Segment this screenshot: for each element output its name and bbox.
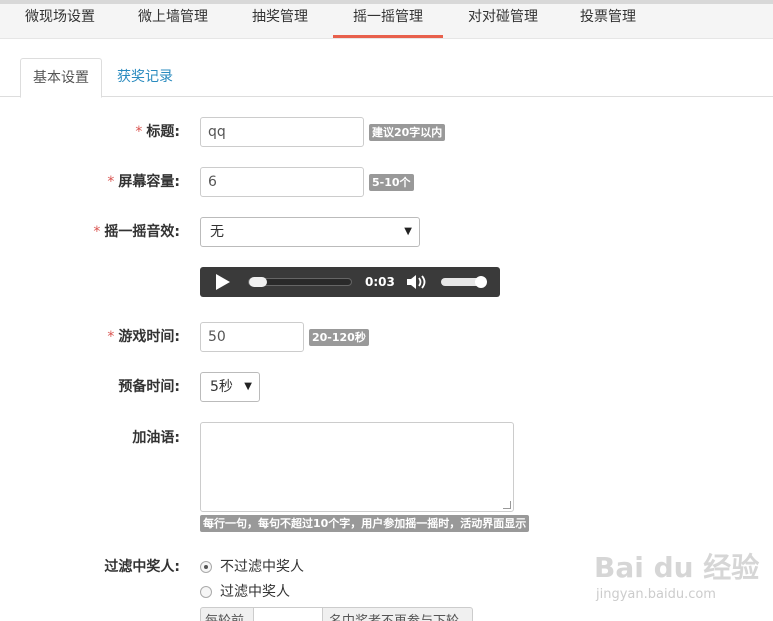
shake-sound-selected: 无 xyxy=(210,224,224,240)
shake-sound-label-text: 摇一摇音效: xyxy=(104,224,180,240)
radio-checked-icon[interactable] xyxy=(200,561,212,573)
game-time-label-text: 游戏时间: xyxy=(118,329,180,345)
volume-slider[interactable] xyxy=(441,276,487,288)
volume-thumb[interactable] xyxy=(475,276,487,288)
filter-rule-group: 每轮前 名中奖者不再参与下轮 xyxy=(200,607,473,621)
radio-no-filter[interactable]: 不过滤中奖人 xyxy=(200,557,360,577)
tab-lottery-management[interactable]: 抽奖管理 xyxy=(240,4,320,38)
game-time-input[interactable]: 50 xyxy=(200,322,304,352)
prep-time-label-text: 预备时间: xyxy=(118,379,180,395)
radio-no-filter-label: 不过滤中奖人 xyxy=(220,559,304,575)
tab-basic-settings[interactable]: 基本设置 xyxy=(20,58,102,98)
tab-vote-management[interactable]: 投票管理 xyxy=(568,4,648,38)
filter-winner-label-text: 过滤中奖人: xyxy=(104,559,180,575)
title-label-text: 标题: xyxy=(146,124,180,140)
filter-count-input[interactable] xyxy=(253,608,323,621)
required-mark: * xyxy=(107,329,115,345)
radio-filter-label: 过滤中奖人 xyxy=(220,584,290,600)
volume-icon[interactable] xyxy=(406,273,432,291)
baidu-watermark: Bai du 经验 jingyan.baidu.com xyxy=(592,532,762,612)
screen-capacity-label-text: 屏幕容量: xyxy=(118,174,180,190)
radio-unchecked-icon[interactable] xyxy=(200,586,212,598)
radio-filter[interactable]: 过滤中奖人 xyxy=(200,582,360,602)
tab-scene-settings[interactable]: 微现场设置 xyxy=(14,4,106,38)
cheer-textarea[interactable] xyxy=(200,422,514,512)
chevron-down-icon: ▼ xyxy=(404,226,412,237)
audio-progress-thumb[interactable] xyxy=(249,277,267,287)
prep-time-selected: 5秒 xyxy=(210,379,233,395)
prep-time-label: 预备时间: xyxy=(0,377,180,397)
tab-match-management[interactable]: 对对碰管理 xyxy=(456,4,550,38)
watermark-url: jingyan.baidu.com xyxy=(596,587,716,602)
tab-shake-management[interactable]: 摇一摇管理 xyxy=(333,4,443,38)
shake-sound-label: * 摇一摇音效: xyxy=(0,222,180,242)
screen-capacity-label: * 屏幕容量: xyxy=(0,172,180,192)
game-time-hint-badge: 20-120秒 xyxy=(309,329,369,346)
title-hint-badge: 建议20字以内 xyxy=(369,124,446,141)
required-mark: * xyxy=(93,224,101,240)
play-icon[interactable] xyxy=(216,274,230,290)
filter-winner-label: 过滤中奖人: xyxy=(0,557,180,577)
game-time-label: * 游戏时间: xyxy=(0,327,180,347)
audio-time: 0:03 xyxy=(365,275,395,289)
resize-handle-icon[interactable] xyxy=(503,501,511,509)
shake-sound-select[interactable]: 无 ▼ xyxy=(200,217,420,247)
cheer-hint-badge: 每行一句，每句不超过10个字，用户参加摇一摇时，活动界面显示 xyxy=(200,515,530,532)
audio-player: 0:03 xyxy=(200,267,500,297)
cheer-label: 加油语: xyxy=(0,428,180,448)
sub-tabs: 基本设置 获奖记录 xyxy=(0,58,773,98)
tab-wall-management[interactable]: 微上墙管理 xyxy=(127,4,219,38)
filter-rule-suffix: 名中奖者不再参与下轮 xyxy=(325,608,463,621)
cheer-label-text: 加油语: xyxy=(132,430,180,446)
filter-rule-prefix: 每轮前 xyxy=(201,608,248,621)
top-nav: 微现场设置 微上墙管理 抽奖管理 摇一摇管理 对对碰管理 投票管理 xyxy=(0,0,773,39)
screen-capacity-hint-badge: 5-10个 xyxy=(369,174,414,191)
audio-progress-track[interactable] xyxy=(248,277,352,287)
tab-award-records[interactable]: 获奖记录 xyxy=(106,58,184,97)
title-input[interactable]: qq xyxy=(200,117,364,147)
required-mark: * xyxy=(107,174,115,190)
watermark-logo: Bai du 经验 xyxy=(594,551,760,584)
screen-capacity-input[interactable]: 6 xyxy=(200,167,364,197)
title-label: * 标题: xyxy=(0,122,180,142)
chevron-down-icon: ▼ xyxy=(244,381,252,392)
prep-time-select[interactable]: 5秒 ▼ xyxy=(200,372,260,402)
required-mark: * xyxy=(135,124,143,140)
